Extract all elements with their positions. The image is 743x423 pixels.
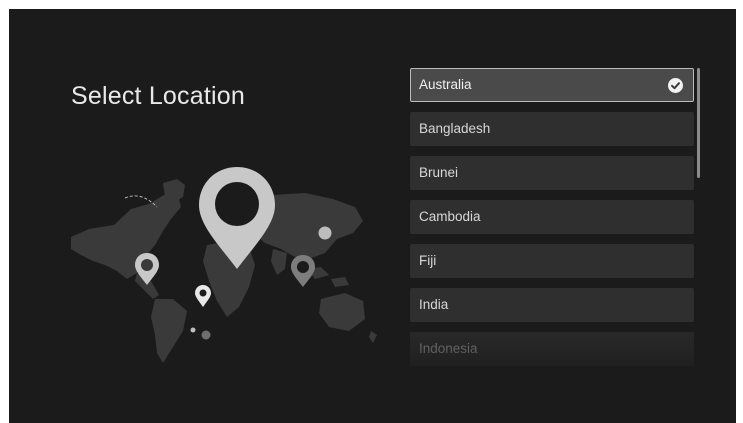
location-label: Fiji bbox=[419, 253, 437, 268]
location-item-australia[interactable]: Australia bbox=[410, 68, 694, 102]
location-list[interactable]: Australia Bangladesh Brunei Cambodia Fij… bbox=[410, 68, 694, 373]
location-item-bangladesh[interactable]: Bangladesh bbox=[410, 112, 694, 146]
location-item-india[interactable]: India bbox=[410, 288, 694, 322]
location-label: Cambodia bbox=[419, 209, 481, 224]
list-scrollbar[interactable] bbox=[697, 68, 700, 178]
location-screen: Select Location Australia Bangladesh Bru… bbox=[9, 9, 736, 423]
check-circle-icon bbox=[668, 78, 683, 93]
location-item-indonesia[interactable]: Indonesia bbox=[410, 332, 694, 366]
location-label: India bbox=[419, 297, 449, 312]
location-label: Australia bbox=[419, 77, 472, 92]
location-item-brunei[interactable]: Brunei bbox=[410, 156, 694, 190]
pin-icon-atlantic bbox=[195, 285, 211, 307]
page-title: Select Location bbox=[71, 82, 245, 110]
pin-icon-asia bbox=[291, 255, 315, 287]
location-item-fiji[interactable]: Fiji bbox=[410, 244, 694, 278]
location-item-cambodia[interactable]: Cambodia bbox=[410, 200, 694, 234]
world-map-illustration bbox=[71, 167, 377, 363]
location-label: Bangladesh bbox=[419, 121, 491, 136]
location-label: Brunei bbox=[419, 165, 459, 180]
location-label: Indonesia bbox=[419, 341, 478, 356]
